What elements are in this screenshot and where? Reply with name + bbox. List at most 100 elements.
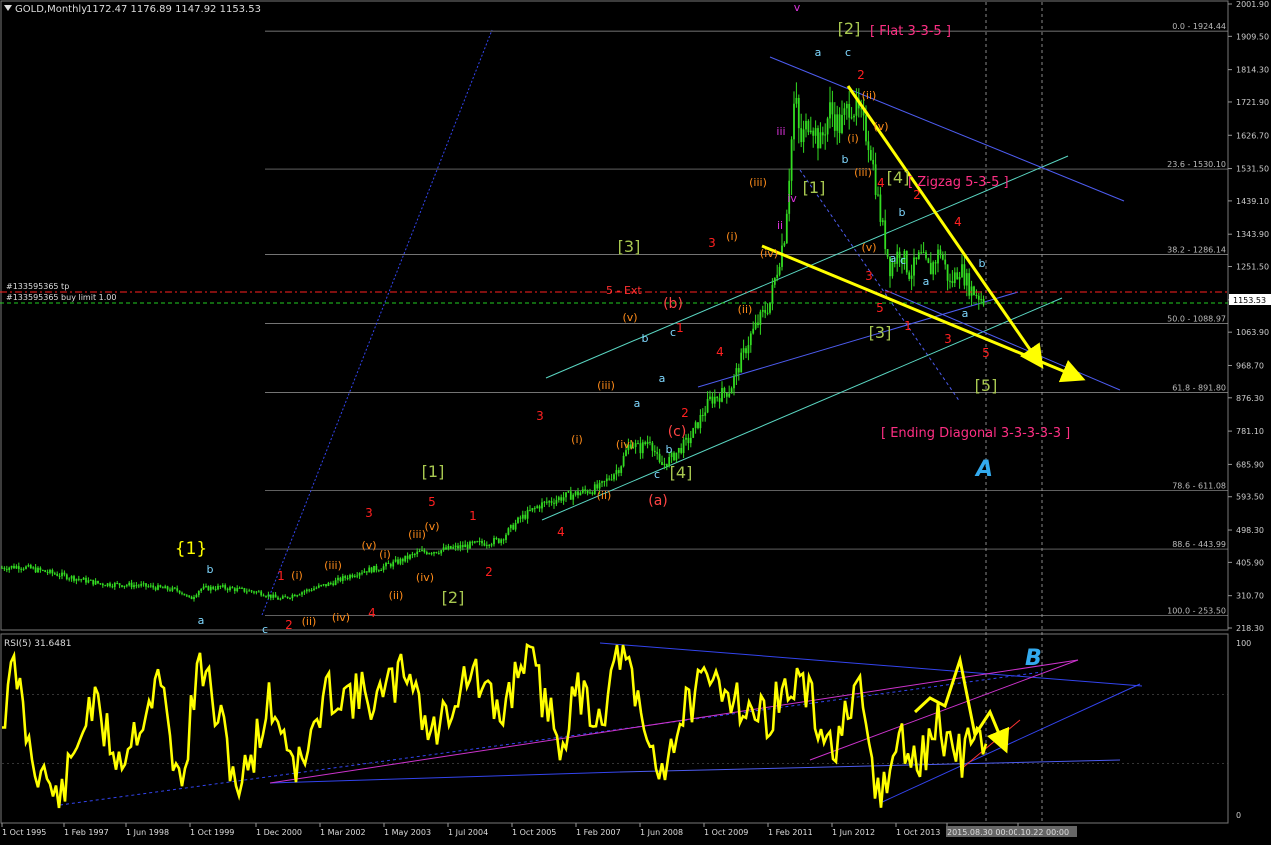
tp-order-label[interactable]: #133595365 tp — [6, 282, 69, 291]
candle-body — [771, 284, 774, 303]
price-tick-label: 1343.90 — [1236, 230, 1269, 239]
candle-body — [397, 559, 399, 564]
candle-body — [149, 585, 152, 587]
candle-body — [706, 398, 709, 413]
price-tick-label: 2001.90 — [1236, 0, 1269, 9]
chart-header: GOLD,Monthly 1172.47 1176.89 1147.92 115… — [4, 4, 261, 15]
candle-body — [241, 587, 243, 589]
candle-body — [437, 552, 440, 554]
wave-label: c — [654, 468, 660, 481]
candle-body — [452, 547, 455, 549]
date-tick-label: 1 Dec 2000 — [256, 828, 302, 837]
candle-body — [5, 569, 8, 571]
candle-body — [373, 565, 375, 573]
price-tick-label: 876.30 — [1236, 394, 1264, 403]
candle-body — [253, 591, 255, 593]
buy-limit-order-label[interactable]: #133595365 buy limit 1.00 — [6, 293, 116, 302]
candle-body — [140, 584, 143, 586]
candle-body — [675, 452, 678, 461]
candle-body — [411, 554, 414, 556]
candle-body — [80, 579, 83, 581]
candle-body — [781, 245, 783, 267]
chart-canvas[interactable]: 0.0 - 1924.44 23.6 - 1530.10 38.2 - 1286.1… — [0, 0, 1271, 841]
candle-body — [226, 588, 229, 591]
date-tick-label: 1 May 2003 — [384, 828, 431, 837]
candle-body — [737, 368, 740, 373]
price-tick-label: 498.30 — [1236, 526, 1264, 535]
candle-body — [44, 570, 47, 572]
candle-body — [493, 538, 495, 545]
candle-body — [536, 506, 539, 508]
candle-body — [639, 443, 642, 454]
candle-body — [97, 580, 99, 584]
candle-body — [298, 594, 301, 596]
candle-body — [545, 501, 548, 503]
candle-body — [790, 139, 793, 181]
wave-label: (b) — [663, 296, 683, 312]
wave-label: 2 — [285, 618, 293, 632]
candle-body — [718, 398, 721, 402]
wave-label: (v) — [861, 241, 876, 254]
candle-body — [869, 150, 872, 160]
wave-label: a — [962, 307, 969, 320]
fib-label: 100.0 - 253.50 — [1167, 607, 1226, 616]
candle-body — [572, 494, 575, 500]
candle-body — [375, 565, 378, 571]
candle-body — [905, 250, 908, 273]
candle-body — [785, 213, 788, 244]
wave-label: a — [634, 397, 641, 410]
candle-body — [159, 585, 162, 588]
candle-body — [721, 388, 723, 402]
candle-body — [687, 437, 690, 444]
candle-body — [752, 328, 755, 334]
candle-body — [20, 568, 23, 570]
ext-annotation: 5 - Ext — [606, 284, 642, 297]
candle-body — [793, 103, 795, 140]
candle-body — [229, 587, 231, 591]
candle-body — [469, 541, 471, 549]
wave-label: [2] — [838, 19, 861, 38]
candle-body — [661, 462, 663, 465]
wave-label: (ii) — [738, 303, 753, 316]
candle-body — [519, 517, 522, 519]
candle-body — [502, 539, 505, 541]
candle-body — [92, 579, 95, 585]
candle-body — [917, 252, 920, 259]
rsi-header: RSI(5) 31.6481 — [4, 639, 71, 649]
wave-label: (c) — [668, 424, 687, 440]
candle-body — [272, 594, 275, 598]
candle-body — [137, 585, 140, 587]
candle-body — [173, 587, 176, 589]
candle-body — [505, 534, 507, 540]
candle-body — [716, 396, 719, 399]
candle-body — [166, 586, 169, 590]
wave-label: (iii) — [597, 379, 615, 392]
wave-label: 1 — [676, 321, 684, 335]
candle-body — [464, 544, 467, 548]
candle-body — [920, 252, 923, 254]
candle-body — [461, 545, 464, 548]
rsi-tick-label: 100 — [1236, 639, 1251, 648]
price-tick-label: 1721.90 — [1236, 98, 1269, 107]
candle-body — [814, 128, 817, 136]
chart-window[interactable]: 0.0 - 1924.44 23.6 - 1530.10 38.2 - 1286.1… — [0, 0, 1271, 841]
candle-body — [910, 275, 913, 279]
candle-body — [303, 591, 306, 593]
wave-label: (ii) — [597, 489, 612, 502]
candle-body — [797, 97, 800, 129]
candle-body — [896, 251, 899, 264]
candle-body — [865, 115, 867, 142]
candle-body — [819, 132, 822, 149]
candle-body — [130, 582, 133, 588]
candle-body — [680, 447, 683, 453]
candle-body — [142, 583, 145, 585]
candle-body — [269, 594, 272, 598]
candle-body — [982, 299, 985, 305]
price-tick-label: 1531.50 — [1236, 165, 1269, 174]
candle-body — [157, 585, 159, 590]
wave-label: a — [923, 275, 930, 288]
candle-body — [164, 586, 167, 589]
wave-label: a — [659, 372, 666, 385]
wave-label: (iv) — [760, 247, 778, 260]
candle-body — [49, 570, 51, 573]
